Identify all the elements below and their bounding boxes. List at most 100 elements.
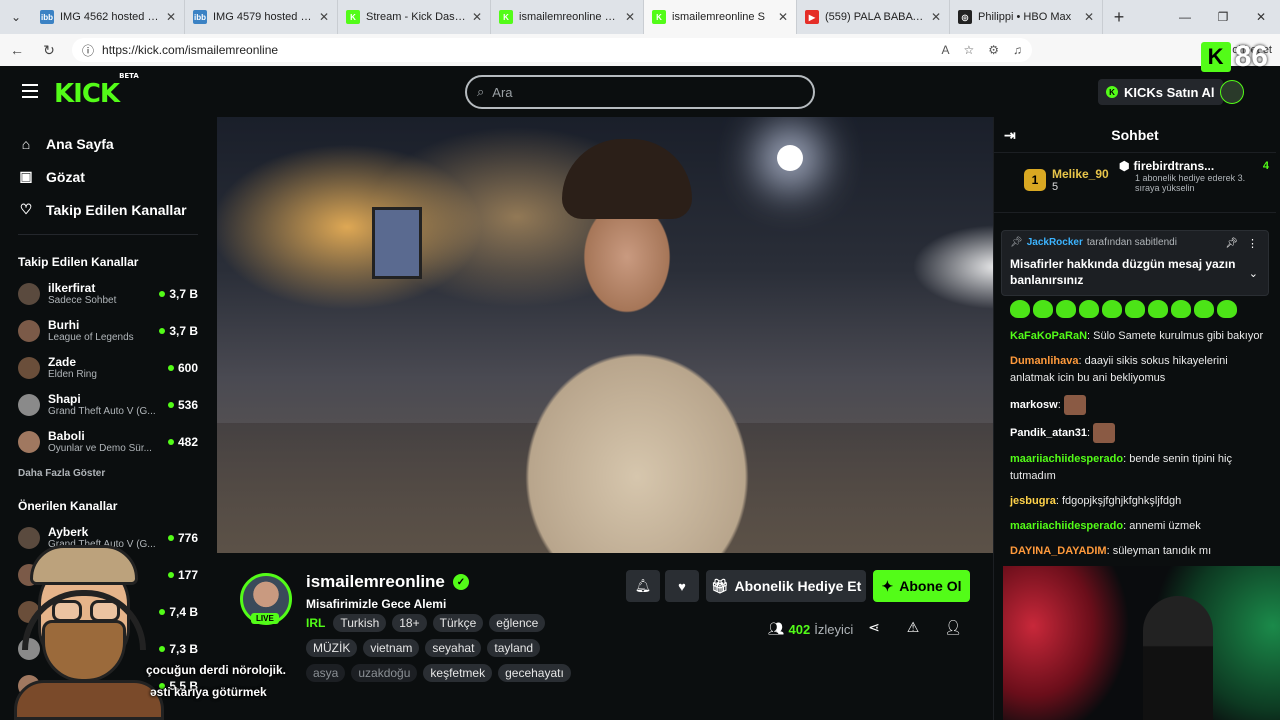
report-warning-icon[interactable]: ⚠: [904, 619, 922, 636]
new-tab-button[interactable]: +: [1103, 7, 1135, 28]
chat-username[interactable]: maariiachiidesperado: [1010, 520, 1123, 532]
live-dot-icon: [167, 438, 174, 445]
tag[interactable]: seyahat: [425, 639, 482, 657]
tag[interactable]: Türkçe: [432, 614, 484, 632]
chat-username[interactable]: Dumanlihava: [1010, 355, 1078, 367]
category-link[interactable]: IRL: [306, 616, 325, 630]
gift-icon: 🎁︎: [710, 577, 729, 594]
video-player[interactable]: [217, 117, 993, 553]
channel-category: League of Legends: [48, 332, 134, 343]
channel-name[interactable]: ismailemreonline: [306, 572, 445, 592]
close-tab-icon[interactable]: ✕: [166, 10, 176, 24]
tab-list-chevron-icon[interactable]: ⌄: [0, 0, 32, 34]
close-tab-icon[interactable]: ✕: [625, 10, 635, 24]
close-tab-icon[interactable]: ✕: [931, 10, 941, 24]
tag[interactable]: uzakdoğu: [351, 664, 418, 682]
more-options-icon[interactable]: ⋮: [1247, 237, 1258, 250]
tag[interactable]: 18+: [392, 614, 427, 632]
chat-message: maariiachiidesperado: annemi üzmek: [1010, 520, 1201, 532]
sidebar-item-browse[interactable]: ▣ Gözat: [4, 160, 212, 193]
menu-hamburger-icon[interactable]: [22, 84, 38, 98]
sidebar-channel[interactable]: Burhi League of Legends 3,7 B: [4, 312, 212, 349]
chat-username[interactable]: Pandik_atan31: [1010, 427, 1087, 439]
emote: [1125, 300, 1145, 318]
url-field[interactable]: ⓘ https://kick.com/ismailemreonline A ☆ …: [72, 38, 1032, 62]
subscribe-button[interactable]: ✦ Abone Ol: [873, 570, 970, 602]
chat-username[interactable]: KaFaKoPaRaN: [1010, 330, 1087, 342]
viewer-label: İzleyici: [814, 621, 854, 637]
browser-tab[interactable]: Kismailemreonline S ✕: [644, 0, 797, 34]
share-icon[interactable]: ⋖: [865, 619, 883, 636]
tag[interactable]: keşfetmek: [423, 664, 493, 682]
buy-kicks-button[interactable]: K KICKs Satın Al: [1098, 79, 1223, 105]
show-more-link[interactable]: Daha Fazla Göster: [4, 460, 212, 487]
pin-icon: 📌︎: [1010, 237, 1023, 248]
channel-name: Zade: [48, 355, 77, 369]
tag[interactable]: MÜZİK: [306, 639, 358, 657]
close-window-icon[interactable]: ✕: [1242, 0, 1280, 34]
chat-username[interactable]: jesbugra: [1010, 495, 1056, 507]
chat-emote: [1063, 395, 1086, 415]
sidebar-channel[interactable]: Baboli Oyunlar ve Demo Sür... 482: [4, 423, 212, 460]
unpin-icon[interactable]: 📌︎: [1225, 238, 1238, 249]
buy-kicks-label: KICKs Satın Al: [1124, 84, 1215, 100]
notification-bell-button[interactable]: 🔔︎: [626, 570, 660, 602]
browser-tab[interactable]: ◎ Philippi • HBO Max ✕: [950, 0, 1103, 34]
pinned-header: 📌︎ JackRocker tarafından sabitlendi: [1010, 237, 1260, 248]
chat-username[interactable]: maariiachiidesperado: [1010, 453, 1123, 465]
browser-tab[interactable]: ibb IMG 4562 hosted at Img ✕: [32, 0, 185, 34]
read-aloud-icon[interactable]: A: [941, 43, 949, 57]
channel-viewers: 3,7 B: [159, 324, 198, 338]
extensions-icon[interactable]: ⚙: [988, 43, 999, 57]
sidebar-item-following[interactable]: ♡ Takip Edilen Kanallar: [4, 193, 212, 226]
site-info-icon[interactable]: ⓘ: [82, 42, 94, 59]
chat-message: Pandik_atan31:: [1010, 423, 1270, 443]
tag[interactable]: Turkish: [333, 614, 387, 632]
browser-tab[interactable]: ▶ (559) PALA BABA : THE ✕: [797, 0, 950, 34]
tag[interactable]: vietnam: [363, 639, 420, 657]
back-icon[interactable]: ←: [8, 42, 26, 58]
top-gifter-1[interactable]: 1 Melike_90 5: [1024, 167, 1109, 193]
follow-heart-button[interactable]: ♥: [665, 570, 699, 602]
gifter-note: 1 abonelik hediye ederek 3. sıraya yükse…: [1135, 173, 1246, 193]
chat-username[interactable]: DAYINA_DAYADIM: [1010, 545, 1107, 557]
reload-icon[interactable]: ↻: [40, 42, 58, 59]
collapse-chat-icon[interactable]: ⇥: [1004, 127, 1016, 144]
browser-tab[interactable]: K Stream - Kick Dashboard ✕: [338, 0, 491, 34]
chat-username[interactable]: markosw: [1010, 399, 1058, 411]
kick-logo[interactable]: KICKBETA: [54, 72, 139, 109]
browser-tab[interactable]: Kismailemreonline - Wat ✕: [491, 0, 644, 34]
sidebar-channel[interactable]: Shapi Grand Theft Auto V (G... 536: [4, 386, 212, 423]
chevron-down-icon[interactable]: ⌄: [1249, 267, 1258, 280]
sidebar-channel[interactable]: ilkerfirat Sadece Sohbet 3,7 B: [4, 275, 212, 312]
close-tab-icon[interactable]: ✕: [778, 10, 788, 24]
media-icon[interactable]: ♫: [1013, 43, 1022, 57]
favorite-star-icon[interactable]: ☆: [963, 43, 974, 57]
tag[interactable]: asya: [306, 664, 346, 682]
chat-text: süleyman tanıdık mı: [1112, 545, 1212, 557]
tag[interactable]: eğlence: [489, 614, 546, 632]
tag[interactable]: gecehayatı: [498, 664, 571, 682]
channel-avatar: [18, 393, 40, 416]
tag[interactable]: tayland: [487, 639, 541, 657]
sidebar-item-home[interactable]: ⌂ Ana Sayfa: [4, 127, 212, 160]
gift-subscription-button[interactable]: 🎁︎ Abonelik Hediye Et: [706, 570, 866, 602]
pinned-message[interactable]: 📌︎ JackRocker tarafından sabitlendi 📌︎ ⋮…: [1001, 230, 1269, 296]
close-tab-icon[interactable]: ✕: [472, 10, 482, 24]
maximize-icon[interactable]: ❐: [1204, 0, 1242, 34]
chat-text: fdgopjkşjfghjkfghkşljfdgh: [1061, 495, 1182, 507]
minimize-icon[interactable]: —: [1166, 0, 1204, 34]
viewer-count: 👥︎ 402 İzleyici: [768, 621, 853, 637]
pinned-by-user[interactable]: JackRocker: [1027, 237, 1083, 248]
search-input[interactable]: ⌕ Ara: [465, 75, 815, 109]
browser-tab[interactable]: ibb IMG 4579 hosted at Img ✕: [185, 0, 338, 34]
live-dot-icon: [159, 290, 166, 297]
gifter-rank-icon: ⬢: [1119, 159, 1130, 173]
user-avatar[interactable]: [1220, 80, 1244, 104]
top-gifter-2[interactable]: ⬢ firebirdtrans... 4 1 abonelik hediye ede…: [1119, 159, 1269, 193]
close-tab-icon[interactable]: ✕: [1084, 10, 1094, 24]
close-tab-icon[interactable]: ✕: [319, 10, 329, 24]
chat-title: Sohbet: [1111, 126, 1159, 143]
sidebar-channel[interactable]: Zade Elden Ring 600: [4, 349, 212, 386]
add-user-icon[interactable]: 👤︎: [944, 619, 962, 636]
